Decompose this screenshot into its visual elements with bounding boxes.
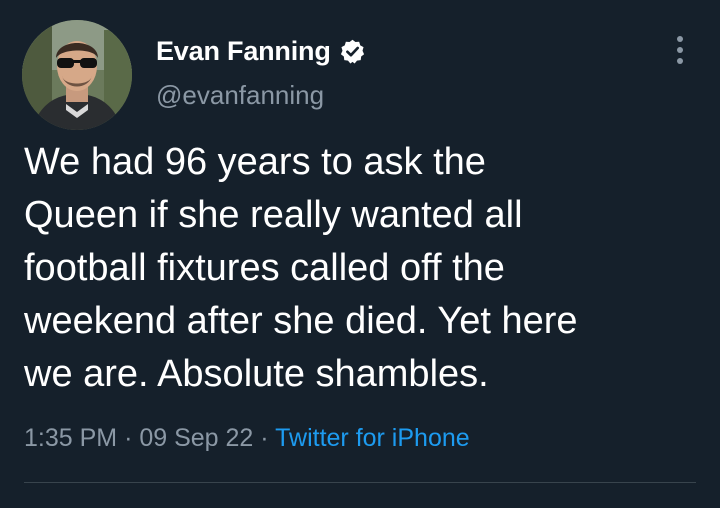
author-display-name[interactable]: Evan Fanning bbox=[156, 36, 331, 67]
avatar[interactable] bbox=[22, 20, 132, 130]
author-handle[interactable]: @evanfanning bbox=[156, 80, 324, 111]
tweet-time[interactable]: 1:35 PM bbox=[24, 424, 117, 452]
meta-separator: · bbox=[124, 424, 133, 452]
tweet-text: We had 96 years to ask the Queen if she … bbox=[24, 141, 578, 395]
tweet-card: Evan Fanning @evanfanning We had 96 year… bbox=[0, 0, 720, 508]
meta-separator: · bbox=[260, 424, 269, 452]
tweet-meta: 1:35 PM · 09 Sep 22 · Twitter for iPhone bbox=[24, 424, 470, 453]
tweet-date[interactable]: 09 Sep 22 bbox=[139, 424, 253, 452]
verified-badge-icon bbox=[339, 38, 366, 65]
avatar-photo bbox=[22, 20, 132, 130]
tweet-source-link[interactable]: Twitter for iPhone bbox=[275, 424, 470, 452]
divider bbox=[24, 482, 696, 483]
more-options-icon[interactable] bbox=[668, 34, 692, 68]
author-name-row[interactable]: Evan Fanning bbox=[156, 33, 366, 69]
